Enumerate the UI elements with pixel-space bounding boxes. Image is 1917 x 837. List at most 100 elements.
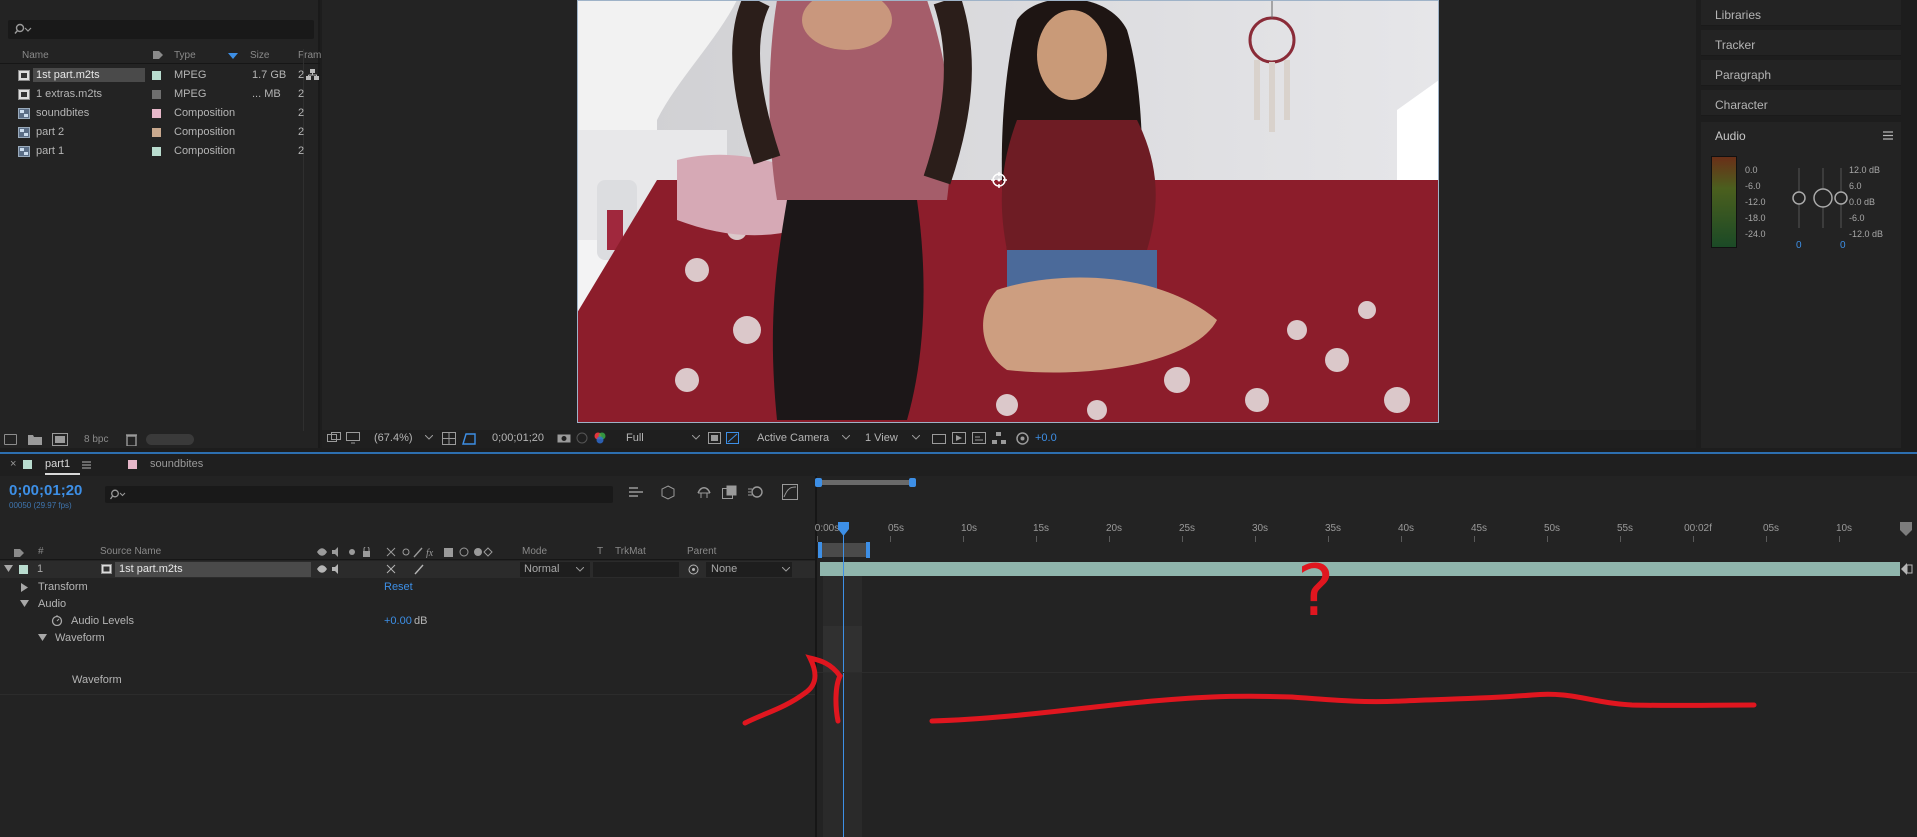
character-panel-tab[interactable]: Character xyxy=(1701,90,1901,116)
new-folder-icon[interactable] xyxy=(28,434,42,445)
current-time[interactable]: 0;00;01;20 xyxy=(9,482,82,499)
column-size[interactable]: Size xyxy=(250,50,269,61)
time-graph[interactable]: 0:00s 05s 10s 15s 20s 25s 30s 35s 40s 45… xyxy=(742,476,1917,837)
playhead-handle-icon[interactable] xyxy=(838,522,849,536)
left-channel-value[interactable]: 0 xyxy=(1796,240,1802,251)
project-item[interactable]: soundbites Composition 2 xyxy=(0,104,320,123)
toggle-pixel-aspect-icon[interactable] xyxy=(932,432,946,444)
paragraph-panel-tab[interactable]: Paragraph xyxy=(1701,60,1901,86)
layer-search-input[interactable] xyxy=(105,486,613,503)
transparency-grid-icon[interactable] xyxy=(726,432,739,444)
expand-arrow-icon[interactable] xyxy=(21,583,28,592)
composition-viewer[interactable] xyxy=(322,0,1696,430)
parent-pickwhip-icon[interactable] xyxy=(688,564,699,575)
label-swatch[interactable] xyxy=(152,128,161,137)
exposure-value[interactable]: +0.0 xyxy=(1035,432,1057,444)
layer-duration-bar[interactable] xyxy=(820,562,1900,576)
project-item[interactable]: 1 extras.m2ts MPEG ... MB 2 xyxy=(0,85,320,104)
audio-levels-value[interactable]: +0.00 xyxy=(384,615,412,627)
comp-marker-icon[interactable] xyxy=(1900,522,1912,536)
frame-blending-icon[interactable] xyxy=(722,485,738,499)
draft-3d-icon[interactable] xyxy=(660,485,676,500)
project-item[interactable]: part 2 Composition 2 xyxy=(0,123,320,142)
interpret-footage-icon[interactable] xyxy=(4,434,17,445)
label-swatch[interactable] xyxy=(152,71,161,80)
right-channel-value[interactable]: 0 xyxy=(1840,240,1846,251)
waveform-group[interactable]: Waveform xyxy=(55,632,105,644)
layer-name[interactable]: 1st part.m2ts xyxy=(115,562,311,577)
monitor-icon[interactable] xyxy=(346,432,360,444)
video-frame[interactable] xyxy=(577,0,1439,423)
stopwatch-icon[interactable] xyxy=(51,614,63,626)
column-name[interactable]: Name xyxy=(22,50,49,61)
tab-part1[interactable]: part1 xyxy=(45,458,70,470)
shy-layers-icon[interactable] xyxy=(696,485,712,499)
bit-depth[interactable]: 8 bpc xyxy=(84,434,108,445)
track-matte-dropdown[interactable] xyxy=(593,562,679,577)
collapse-switch-icon[interactable] xyxy=(384,564,408,575)
panel-menu-icon[interactable] xyxy=(1883,131,1893,140)
region-of-interest-icon[interactable] xyxy=(708,432,721,444)
timeline-icon[interactable] xyxy=(972,432,986,444)
work-area-bar[interactable] xyxy=(817,480,915,485)
expand-arrow-icon[interactable] xyxy=(38,634,47,642)
libraries-panel-tab[interactable]: Libraries xyxy=(1701,0,1901,26)
label-swatch[interactable] xyxy=(152,109,161,118)
safe-margins-icon[interactable] xyxy=(442,432,456,445)
view-layout-dropdown[interactable]: 1 View xyxy=(865,432,898,444)
mask-visibility-icon[interactable] xyxy=(462,432,476,445)
label-column-icon[interactable] xyxy=(13,548,25,559)
work-area-out-marker[interactable] xyxy=(866,542,870,558)
composition-mini-flowchart-icon[interactable] xyxy=(628,486,644,499)
anchor-point-icon[interactable] xyxy=(991,172,1007,188)
flowchart-icon[interactable] xyxy=(992,432,1006,444)
flowchart-icon[interactable] xyxy=(306,69,320,81)
fast-previews-icon[interactable] xyxy=(952,432,966,444)
time-ruler[interactable] xyxy=(817,521,1900,522)
snapshot-icon[interactable] xyxy=(327,432,341,444)
level-sliders[interactable] xyxy=(1789,168,1849,238)
label-swatch[interactable] xyxy=(152,147,161,156)
label-column-icon[interactable] xyxy=(152,50,164,61)
layer-row[interactable]: 1 1st part.m2ts Normal None xyxy=(0,561,815,578)
show-snapshot-icon[interactable] xyxy=(576,432,588,444)
thumbnail-slider[interactable] xyxy=(146,434,194,445)
video-visible-icon[interactable] xyxy=(316,564,346,575)
panel-menu-icon[interactable] xyxy=(82,461,91,469)
audio-group[interactable]: Audio xyxy=(38,598,66,610)
layer-end-marker-icon[interactable] xyxy=(1901,562,1913,576)
resolution-dropdown[interactable]: Full xyxy=(626,432,644,444)
column-mode[interactable]: Mode xyxy=(522,546,547,557)
motion-blur-icon[interactable] xyxy=(748,485,764,499)
column-type[interactable]: Type xyxy=(174,50,196,61)
expand-arrow-icon[interactable] xyxy=(20,600,29,608)
exposure-reset-icon[interactable] xyxy=(1016,432,1029,445)
work-area-start-handle[interactable] xyxy=(815,478,822,487)
column-parent[interactable]: Parent xyxy=(687,546,716,557)
project-search-input[interactable] xyxy=(8,20,314,39)
trash-icon[interactable] xyxy=(126,433,137,446)
graph-editor-icon[interactable] xyxy=(782,484,798,500)
quality-switch-icon[interactable] xyxy=(414,564,424,575)
work-area-region[interactable] xyxy=(820,543,870,557)
current-time-display[interactable]: 0;00;01;20 xyxy=(492,432,544,444)
work-area-in-marker[interactable] xyxy=(818,542,822,558)
new-composition-icon[interactable] xyxy=(52,433,68,446)
tab-soundbites[interactable]: soundbites xyxy=(150,458,203,470)
project-item[interactable]: 1st part.m2ts MPEG 1.7 GB 2 xyxy=(0,66,320,85)
column-source-name[interactable]: Source Name xyxy=(100,546,161,557)
column-layer-number[interactable]: # xyxy=(38,546,44,557)
close-icon[interactable]: × xyxy=(10,458,16,470)
transform-group[interactable]: Transform xyxy=(38,581,88,593)
parent-dropdown[interactable]: None xyxy=(706,562,792,577)
work-area-end-handle[interactable] xyxy=(909,478,916,487)
expand-arrow-icon[interactable] xyxy=(4,565,13,573)
camera-snapshot-icon[interactable] xyxy=(557,432,571,443)
channels-icon[interactable] xyxy=(594,432,606,444)
column-track-matte-t[interactable]: T xyxy=(597,546,603,557)
label-swatch[interactable] xyxy=(19,565,28,574)
transform-reset[interactable]: Reset xyxy=(384,581,413,593)
label-swatch[interactable] xyxy=(152,90,161,99)
project-item[interactable]: part 1 Composition 2 xyxy=(0,142,320,161)
tracker-panel-tab[interactable]: Tracker xyxy=(1701,30,1901,56)
